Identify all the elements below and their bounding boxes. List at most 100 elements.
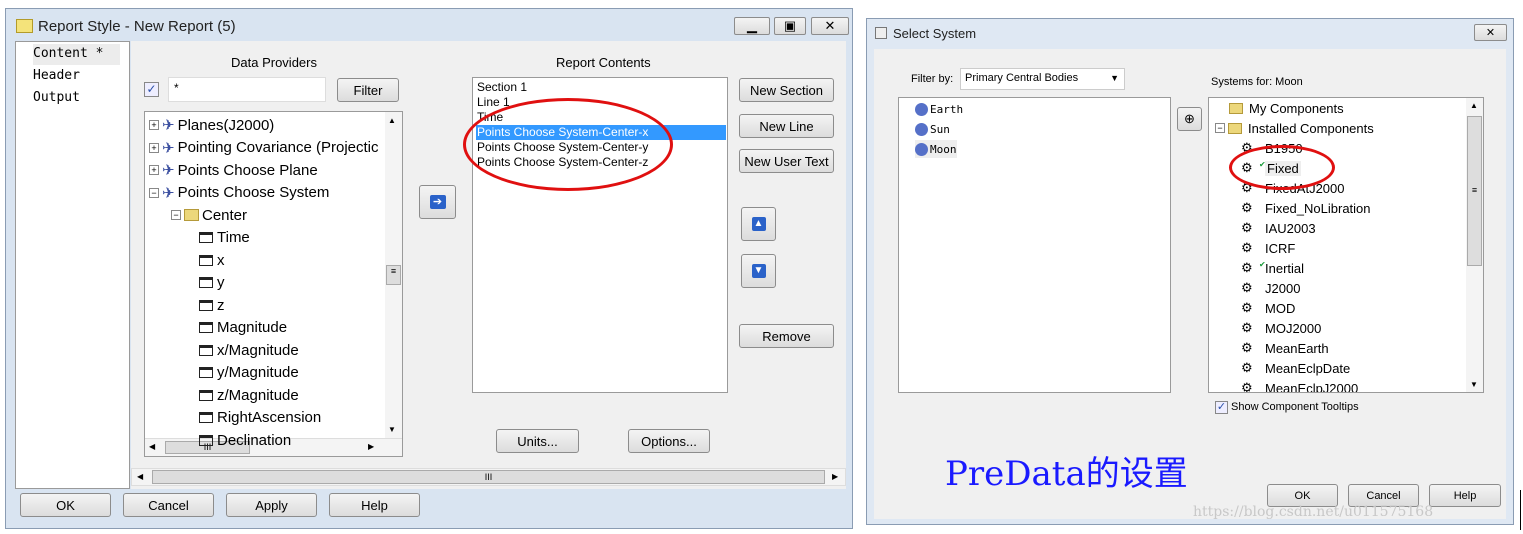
filter-by-label: Filter by: bbox=[911, 73, 954, 85]
tooltips-label: Show Component Tooltips bbox=[1231, 401, 1359, 413]
scroll-left-icon[interactable]: ◀ bbox=[137, 472, 143, 481]
ok-button[interactable]: OK bbox=[20, 493, 111, 517]
filter-button[interactable]: Filter bbox=[337, 78, 399, 102]
units-button[interactable]: Units... bbox=[496, 429, 579, 453]
folder-label: Installed Components bbox=[1248, 120, 1374, 136]
panel-scroll-thumb[interactable]: III bbox=[152, 470, 825, 484]
tree-item[interactable]: Magnitude bbox=[199, 317, 287, 339]
systems-tree[interactable]: ▲ ≡ ▼ My Components − Installed Components… bbox=[1208, 97, 1484, 393]
filter-checkbox[interactable]: ✓ bbox=[144, 82, 159, 97]
system-item[interactable]: ⚙ Fixed_NoLibration bbox=[1241, 198, 1371, 218]
tree-item[interactable]: Declination bbox=[199, 429, 291, 451]
move-up-button[interactable]: ▲ bbox=[741, 207, 776, 241]
satellite-icon: ✈ bbox=[162, 162, 175, 179]
scroll-thumb[interactable]: ≡ bbox=[386, 265, 401, 285]
folder-icon bbox=[184, 209, 199, 221]
collapse-icon[interactable]: − bbox=[149, 187, 159, 198]
expand-icon[interactable]: + bbox=[149, 165, 159, 175]
scroll-down-icon[interactable]: ▼ bbox=[1470, 380, 1478, 389]
system-icon: ⚙ bbox=[1241, 220, 1253, 235]
tree-item-label: Time bbox=[217, 229, 250, 246]
system-item[interactable]: ⚙ ICRF bbox=[1241, 238, 1295, 258]
minimize-button[interactable]: ▁ bbox=[734, 17, 770, 35]
help-button[interactable]: Help bbox=[1429, 484, 1501, 507]
system-item[interactable]: ⚙ MOD bbox=[1241, 298, 1295, 318]
tree-item[interactable]: + ✈ Pointing Covariance (Projectic bbox=[149, 137, 379, 159]
folder-icon bbox=[1229, 102, 1243, 114]
new-section-button[interactable]: New Section bbox=[739, 78, 834, 102]
system-item[interactable]: ⚙ ✔ Inertial bbox=[1241, 258, 1304, 278]
new-line-button[interactable]: New Line bbox=[739, 114, 834, 138]
tree-item[interactable]: z bbox=[199, 294, 225, 316]
folder-label: My Components bbox=[1249, 100, 1344, 116]
system-icon: ⚙ bbox=[1241, 340, 1253, 355]
tree-item[interactable]: y/Magnitude bbox=[199, 362, 299, 384]
tree-item[interactable]: − ✈ Points Choose System bbox=[149, 182, 329, 204]
panel-hscrollbar[interactable]: ◀ III ▶ bbox=[131, 468, 846, 486]
help-button[interactable]: Help bbox=[329, 493, 420, 517]
scroll-left-icon[interactable]: ◀ bbox=[149, 442, 155, 451]
annotation-circle-report bbox=[463, 98, 673, 191]
report-content-item[interactable]: Section 1 bbox=[476, 80, 527, 95]
remove-button[interactable]: Remove bbox=[739, 324, 834, 348]
maximize-button[interactable]: ▣ bbox=[774, 17, 806, 35]
filter-by-select[interactable]: Primary Central Bodies ▼ bbox=[960, 68, 1125, 90]
data-provider-tree[interactable]: ▲ ≡ ▼ ◀ III ▶ + ✈ Planes(J2000) + ✈ Pointing … bbox=[144, 111, 403, 457]
body-item[interactable]: Sun bbox=[915, 120, 950, 138]
system-item[interactable]: ⚙ MeanEarth bbox=[1241, 338, 1329, 358]
apply-button[interactable]: Apply bbox=[226, 493, 317, 517]
scroll-thumb[interactable]: ≡ bbox=[1467, 116, 1482, 266]
tree-vscrollbar[interactable]: ▲ ≡ ▼ bbox=[385, 112, 402, 438]
tree-item[interactable]: RightAscension bbox=[199, 407, 321, 429]
collapse-icon[interactable]: − bbox=[1215, 123, 1225, 133]
bodies-list[interactable]: Earth Sun Moon bbox=[898, 97, 1171, 393]
tree-item[interactable]: x/Magnitude bbox=[199, 339, 299, 361]
options-button[interactable]: Options... bbox=[628, 429, 710, 453]
tree-vscrollbar[interactable]: ▲ ≡ ▼ bbox=[1466, 98, 1483, 392]
tree-item[interactable]: + ✈ Points Choose Plane bbox=[149, 159, 318, 181]
system-item[interactable]: ⚙ IAU2003 bbox=[1241, 218, 1316, 238]
expand-icon[interactable]: + bbox=[149, 120, 159, 130]
scroll-up-icon[interactable]: ▲ bbox=[388, 116, 396, 125]
tree-item[interactable]: x bbox=[199, 249, 225, 271]
system-item[interactable]: ⚙ MOJ2000 bbox=[1241, 318, 1321, 338]
tree-item[interactable]: Time bbox=[199, 227, 250, 249]
system-item[interactable]: ⚙ MeanEclpDate bbox=[1241, 358, 1350, 378]
scroll-down-icon[interactable]: ▼ bbox=[388, 425, 396, 434]
system-label: MOD bbox=[1265, 300, 1296, 316]
body-item[interactable]: Moon bbox=[915, 140, 957, 158]
nav-item-content[interactable]: Content * bbox=[33, 44, 120, 65]
data-element-icon bbox=[199, 254, 213, 266]
system-icon: ⚙ bbox=[1241, 320, 1253, 335]
system-icon: ⚙ bbox=[1241, 360, 1253, 375]
close-button[interactable]: ✕ bbox=[811, 17, 849, 35]
scroll-up-icon[interactable]: ▲ bbox=[1470, 101, 1478, 110]
cancel-button[interactable]: Cancel bbox=[123, 493, 214, 517]
system-icon: ⚙ bbox=[1241, 300, 1253, 315]
scroll-right-icon[interactable]: ▶ bbox=[832, 472, 838, 481]
tree-item[interactable]: z/Magnitude bbox=[199, 384, 299, 406]
body-item[interactable]: Earth bbox=[915, 100, 963, 118]
expand-icon[interactable]: + bbox=[149, 142, 159, 153]
scroll-right-icon[interactable]: ▶ bbox=[368, 442, 374, 451]
collapse-icon[interactable]: − bbox=[171, 210, 181, 220]
system-item[interactable]: ⚙ J2000 bbox=[1241, 278, 1300, 298]
move-down-button[interactable]: ▼ bbox=[741, 254, 776, 288]
system-item[interactable]: ⚙ MeanEclpJ2000 bbox=[1241, 378, 1358, 392]
tree-item[interactable]: − Center bbox=[171, 204, 247, 226]
folder-item[interactable]: My Components bbox=[1229, 98, 1344, 118]
filter-by-value: Primary Central Bodies bbox=[965, 72, 1079, 84]
system-icon: ⚙ bbox=[1241, 260, 1253, 275]
nav-item-header[interactable]: Header bbox=[33, 68, 80, 83]
new-user-text-button[interactable]: New User Text bbox=[739, 149, 834, 173]
filter-input[interactable]: * bbox=[168, 77, 326, 102]
system-action-button[interactable]: ⊕ bbox=[1177, 107, 1202, 131]
folder-item[interactable]: − Installed Components bbox=[1215, 118, 1374, 138]
tree-item[interactable]: + ✈ Planes(J2000) bbox=[149, 114, 274, 136]
add-to-report-button[interactable]: ➔ bbox=[419, 185, 456, 219]
nav-item-output[interactable]: Output bbox=[33, 90, 80, 105]
close-button[interactable]: ✕ bbox=[1474, 24, 1507, 41]
tooltips-checkbox[interactable]: ✓ bbox=[1215, 401, 1228, 414]
tree-item-label: y bbox=[217, 274, 225, 291]
tree-item[interactable]: y bbox=[199, 272, 225, 294]
